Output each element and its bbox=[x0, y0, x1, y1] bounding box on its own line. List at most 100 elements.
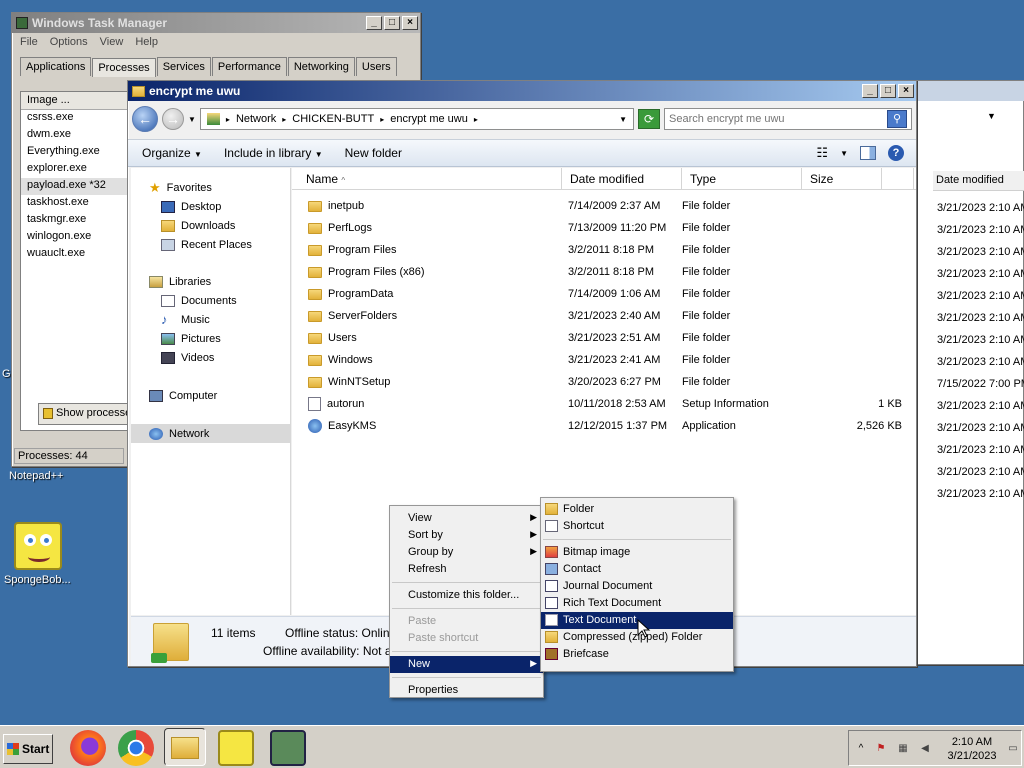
spongebob-icon[interactable] bbox=[14, 522, 62, 570]
file-row[interactable]: ProgramData 7/14/2009 1:06 AM File folder bbox=[292, 283, 916, 305]
file-row[interactable]: EasyKMS 12/12/2015 1:37 PM Application 2,52… bbox=[292, 415, 916, 437]
background-explorer-window[interactable]: ▼ Date modified 3/21/2023 2:10 AM 3/21/20… bbox=[916, 80, 1024, 665]
forward-button[interactable]: → bbox=[162, 108, 184, 130]
menu-item-customize[interactable]: Customize this folder... bbox=[390, 587, 543, 604]
clock[interactable]: 2:10 AM 3/21/2023 bbox=[937, 735, 1007, 763]
nav-libraries[interactable]: Libraries bbox=[131, 272, 290, 291]
new-folder-item[interactable]: Folder bbox=[541, 501, 733, 518]
search-box[interactable]: ⚲ bbox=[664, 108, 912, 130]
preview-pane-icon[interactable] bbox=[860, 146, 876, 160]
process-row[interactable]: winlogon.exe bbox=[21, 229, 139, 246]
maximize-button[interactable]: □ bbox=[880, 84, 896, 98]
network-tray-icon[interactable]: ▦ bbox=[897, 743, 909, 755]
menu-item-new[interactable]: New ▶ bbox=[390, 656, 543, 673]
tab-performance[interactable]: Performance bbox=[211, 57, 287, 76]
process-row[interactable]: taskmgr.exe bbox=[21, 212, 139, 229]
chevron-right-icon[interactable]: ▸ bbox=[380, 115, 384, 124]
process-row[interactable]: Everything.exe bbox=[21, 144, 139, 161]
new-folder-button[interactable]: New folder bbox=[345, 146, 402, 160]
desktop-icon-notepadpp-label[interactable]: Notepad++ bbox=[9, 470, 63, 482]
tab-applications[interactable]: Applications bbox=[20, 57, 92, 76]
chevron-down-icon[interactable]: ▼ bbox=[987, 111, 996, 121]
back-button[interactable]: ← bbox=[132, 106, 158, 132]
nav-recent-places[interactable]: Recent Places bbox=[131, 235, 290, 254]
search-icon[interactable]: ⚲ bbox=[887, 110, 907, 128]
nav-music[interactable]: ♪ Music bbox=[131, 310, 290, 329]
breadcrumb-network[interactable]: Network bbox=[236, 113, 276, 125]
file-row[interactable]: Users 3/21/2023 2:51 AM File folder bbox=[292, 327, 916, 349]
tab-networking[interactable]: Networking bbox=[287, 57, 355, 76]
column-date-modified[interactable]: Date modified bbox=[933, 171, 1024, 191]
recent-pages-chevron-icon[interactable]: ▼ bbox=[188, 115, 196, 124]
menu-item-refresh[interactable]: Refresh bbox=[390, 561, 543, 578]
background-explorer-titlebar[interactable] bbox=[917, 81, 1024, 101]
task-manager-taskbar-icon[interactable] bbox=[270, 730, 306, 766]
include-in-library-button[interactable]: Include in library ▼ bbox=[224, 146, 323, 160]
organize-button[interactable]: Organize ▼ bbox=[142, 146, 202, 160]
column-extra[interactable] bbox=[882, 168, 914, 189]
explorer-titlebar[interactable]: encrypt me uwu _ □ × bbox=[128, 81, 916, 101]
menu-item-group-by[interactable]: Group by ▶ bbox=[390, 544, 543, 561]
file-row[interactable]: ServerFolders 3/21/2023 2:40 AM File folde… bbox=[292, 305, 916, 327]
menu-item-sort-by[interactable]: Sort by ▶ bbox=[390, 527, 543, 544]
context-menu[interactable]: View ▶ Sort by ▶ Group by ▶ Refresh Customi… bbox=[389, 505, 544, 698]
tab-processes[interactable]: Processes bbox=[92, 58, 156, 77]
column-size[interactable]: Size bbox=[802, 168, 882, 189]
nav-documents[interactable]: Documents bbox=[131, 291, 290, 310]
chevron-right-icon[interactable]: ▸ bbox=[474, 115, 478, 124]
file-row[interactable]: PerfLogs 7/13/2009 11:20 PM File folder bbox=[292, 217, 916, 239]
nav-favorites[interactable]: ★ Favorites bbox=[131, 178, 290, 197]
new-briefcase-item[interactable]: Briefcase bbox=[541, 646, 733, 663]
process-row[interactable]: csrss.exe bbox=[21, 110, 139, 127]
close-button[interactable]: × bbox=[898, 84, 914, 98]
tab-users[interactable]: Users bbox=[355, 57, 397, 76]
menu-help[interactable]: Help bbox=[135, 36, 158, 48]
column-image-name[interactable]: Image ... bbox=[21, 92, 139, 110]
volume-muted-icon[interactable]: ◀ bbox=[919, 743, 931, 755]
address-dropdown-icon[interactable]: ▼ bbox=[619, 115, 627, 124]
explorer-taskbar-icon[interactable] bbox=[164, 728, 206, 766]
new-journal-item[interactable]: Journal Document bbox=[541, 578, 733, 595]
new-contact-item[interactable]: Contact bbox=[541, 561, 733, 578]
process-row[interactable]: dwm.exe bbox=[21, 127, 139, 144]
nav-videos[interactable]: Videos bbox=[131, 348, 290, 367]
new-rtf-item[interactable]: Rich Text Document bbox=[541, 595, 733, 612]
help-icon[interactable]: ? bbox=[888, 145, 904, 161]
new-submenu[interactable]: Folder Shortcut Bitmap image Contact Jou… bbox=[540, 497, 734, 672]
process-list[interactable]: Image ... csrss.exe dwm.exe Everything.e… bbox=[20, 91, 140, 431]
menu-view[interactable]: View bbox=[100, 36, 124, 48]
process-row[interactable]: taskhost.exe bbox=[21, 195, 139, 212]
new-shortcut-item[interactable]: Shortcut bbox=[541, 518, 733, 535]
start-button[interactable]: Start bbox=[3, 734, 53, 764]
chrome-icon[interactable] bbox=[118, 730, 154, 766]
tab-services[interactable]: Services bbox=[156, 57, 211, 76]
show-desktop-icon[interactable]: ▭ bbox=[1007, 743, 1019, 755]
nav-pictures[interactable]: Pictures bbox=[131, 329, 290, 348]
nav-computer[interactable]: Computer bbox=[131, 386, 290, 405]
process-row[interactable]: wuauclt.exe bbox=[21, 246, 139, 263]
maximize-button[interactable]: □ bbox=[384, 16, 400, 30]
menu-item-properties[interactable]: Properties bbox=[390, 682, 543, 699]
view-options-icon[interactable]: ☷ bbox=[816, 145, 828, 161]
view-dropdown-icon[interactable]: ▼ bbox=[840, 149, 848, 158]
new-bitmap-item[interactable]: Bitmap image bbox=[541, 544, 733, 561]
column-name[interactable]: Name ^ bbox=[292, 168, 562, 189]
file-row[interactable]: inetpub 7/14/2009 2:37 AM File folder bbox=[292, 195, 916, 217]
nav-downloads[interactable]: Downloads bbox=[131, 216, 290, 235]
file-row[interactable]: Program Files 3/2/2011 8:18 PM File folder bbox=[292, 239, 916, 261]
nav-network[interactable]: Network bbox=[131, 424, 290, 443]
chevron-right-icon[interactable]: ▸ bbox=[226, 115, 230, 124]
refresh-button[interactable]: ⟳ bbox=[638, 109, 660, 129]
menu-item-view[interactable]: View ▶ bbox=[390, 510, 543, 527]
file-row[interactable]: Program Files (x86) 3/2/2011 8:18 PM File … bbox=[292, 261, 916, 283]
search-input[interactable] bbox=[669, 113, 887, 125]
close-button[interactable]: × bbox=[402, 16, 418, 30]
column-type[interactable]: Type bbox=[682, 168, 802, 189]
desktop-icon-spongebob-label[interactable]: SpongeBob... bbox=[4, 574, 71, 586]
minimize-button[interactable]: _ bbox=[366, 16, 382, 30]
process-row[interactable]: explorer.exe bbox=[21, 161, 139, 178]
task-manager-titlebar[interactable]: Windows Task Manager _ □ × bbox=[12, 13, 420, 33]
nav-desktop[interactable]: Desktop bbox=[131, 197, 290, 216]
column-date-modified[interactable]: Date modified bbox=[562, 168, 682, 189]
show-all-processes-button[interactable]: Show processes from all users bbox=[38, 403, 138, 425]
